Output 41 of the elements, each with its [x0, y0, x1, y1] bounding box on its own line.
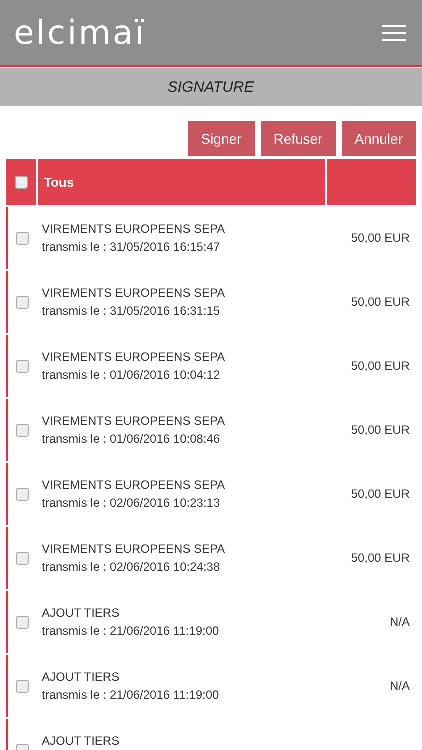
item-amount: 50,00 EUR: [351, 295, 411, 309]
item-title: VIREMENTS EUROPEENS SEPA: [42, 477, 226, 494]
item-title: VIREMENTS EUROPEENS SEPA: [42, 349, 226, 366]
page-title: SIGNATURE: [168, 78, 254, 96]
item-amount: 50,00 EUR: [351, 487, 411, 501]
logo: elcimaï: [14, 16, 146, 49]
item-amount: 50,00 EUR: [351, 359, 411, 373]
item-amount: N/A: [390, 615, 411, 629]
action-button[interactable]: Annuler: [342, 121, 416, 156]
column-label: Tous: [44, 174, 74, 190]
item-title: VIREMENTS EUROPEENS SEPA: [42, 541, 226, 558]
item-title: VIREMENTS EUROPEENS SEPA: [42, 221, 226, 238]
item-date: transmis le : 02/06/2016 10:24:38: [42, 559, 222, 576]
item-date: transmis le : 21/06/2016 11:19:00: [42, 687, 220, 704]
action-button[interactable]: Refuser: [260, 121, 336, 156]
action-button[interactable]: Signer: [188, 121, 255, 156]
item-title: VIREMENTS EUROPEENS SEPA: [42, 285, 226, 302]
checkbox[interactable]: [16, 680, 28, 692]
item-date: transmis le : 21/06/2016 11:19:00: [42, 623, 220, 640]
item-date: transmis le : 31/05/2016 16:15:47: [42, 239, 222, 256]
item-amount: N/A: [390, 679, 411, 693]
item-date: transmis le : 01/06/2016 10:04:12: [42, 367, 222, 384]
item-title: VIREMENTS EUROPEENS SEPA: [42, 413, 226, 430]
item-date: transmis le : 01/06/2016 10:08:46: [42, 431, 222, 448]
checkbox[interactable]: [16, 552, 28, 564]
checkbox[interactable]: [16, 296, 28, 308]
menu-icon[interactable]: [382, 24, 406, 40]
item-amount: 50,00 EUR: [351, 423, 411, 437]
checkbox[interactable]: [16, 424, 28, 436]
item-date: transmis le : 02/06/2016 10:23:13: [42, 495, 222, 512]
checkbox[interactable]: [16, 616, 28, 628]
item-title: AJOUT TIERS: [42, 669, 121, 686]
checkbox[interactable]: [16, 488, 28, 500]
checkbox[interactable]: [16, 360, 28, 372]
item-amount: 50,00 EUR: [351, 231, 411, 245]
checkbox[interactable]: [14, 176, 28, 188]
item-amount: 50,00 EUR: [351, 551, 411, 565]
item-title: AJOUT TIERS: [42, 605, 121, 622]
checkbox[interactable]: [16, 232, 28, 244]
item-date: transmis le : 31/05/2016 16:31:15: [42, 303, 222, 320]
item-title: AJOUT TIERS: [42, 733, 121, 750]
